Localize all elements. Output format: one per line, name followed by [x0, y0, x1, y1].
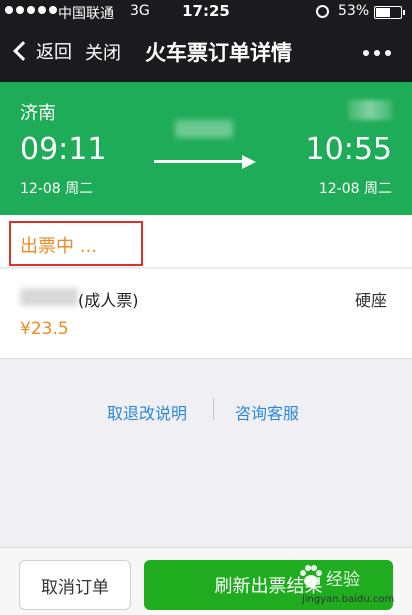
departure-station: 济南: [20, 103, 56, 124]
refund-info-link[interactable]: 取退改说明: [107, 400, 187, 424]
arrival-date: 12-08 周二: [318, 181, 392, 197]
seat-type: 硬座: [354, 291, 387, 310]
more-options-icon[interactable]: [363, 50, 391, 56]
cancel-order-button[interactable]: 取消订单: [19, 560, 131, 610]
ticket-price: ¥23.5: [20, 319, 69, 339]
link-divider: [213, 398, 214, 420]
refresh-ticket-button[interactable]: 刷新出票结果: [144, 560, 393, 610]
passenger-ticket-row: (成人票) 硬座 ¥23.5: [0, 269, 412, 359]
back-label: 返回: [36, 42, 72, 63]
bottom-action-bar: 取消订单 刷新出票结果: [0, 547, 412, 615]
arrival-time: 10:55: [305, 132, 392, 167]
help-links: 取退改说明 咨询客服: [0, 398, 412, 424]
page-title: 火车票订单详情: [145, 41, 292, 65]
departure-time: 09:11: [20, 132, 107, 167]
status-bar: 中国联通 3G 17:25 53%: [0, 0, 412, 24]
arrival-station-redacted: [348, 100, 392, 120]
close-button[interactable]: 关闭: [85, 39, 121, 65]
train-number-redacted: [175, 120, 233, 138]
departure-date: 12-08 周二: [20, 181, 94, 197]
train-info-card: 济南 09:11 10:55 12-08 周二 12-08 周二: [0, 82, 412, 215]
nav-bar: 返回 关闭 火车票订单详情: [0, 24, 412, 82]
back-button[interactable]: 返回: [10, 38, 72, 64]
customer-service-link[interactable]: 咨询客服: [235, 400, 299, 424]
order-status-row: 出票中 ...: [0, 215, 412, 268]
passenger-type: (成人票): [78, 291, 139, 310]
order-status: 出票中 ...: [20, 236, 97, 257]
chevron-left-icon: [13, 41, 33, 61]
passenger-name-redacted: [20, 288, 78, 306]
battery-icon: [374, 6, 405, 19]
arrow-right-icon: [154, 155, 256, 169]
alarm-icon: [316, 5, 329, 18]
battery-percentage: 53%: [338, 3, 370, 19]
